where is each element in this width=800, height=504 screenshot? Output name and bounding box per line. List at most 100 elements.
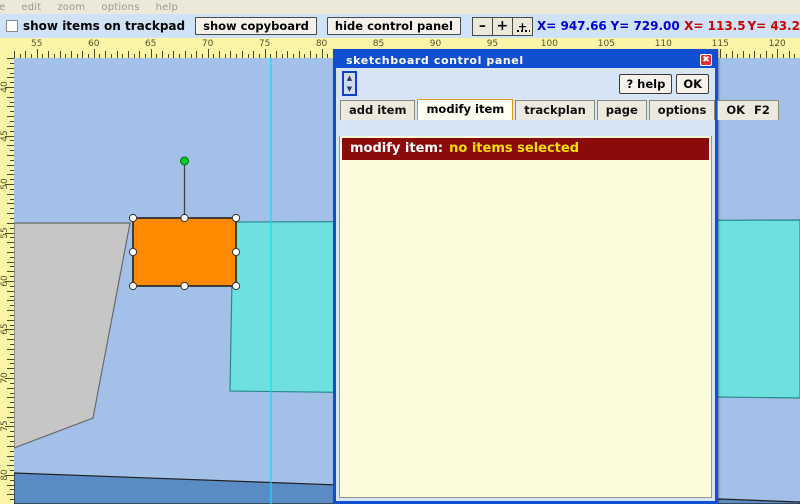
resize-handle[interactable] — [128, 281, 138, 291]
ruler-label: 85 — [372, 39, 385, 49]
ruler-tick — [788, 51, 790, 58]
ruler-tick — [7, 397, 14, 399]
panel-page-spinner[interactable]: ▲ ▼ — [342, 71, 357, 96]
ruler-tick — [777, 49, 779, 58]
tab-modify-item[interactable]: modify item — [417, 99, 514, 120]
ruler-tick — [7, 67, 14, 69]
ruler-tick — [7, 193, 14, 195]
resize-handle[interactable] — [231, 281, 241, 291]
status-value-label: no items selected — [449, 141, 580, 156]
spinner-up-arrow-icon[interactable]: ▲ — [347, 75, 352, 82]
tab-options[interactable]: options — [648, 100, 716, 120]
ruler-label: 50 — [0, 178, 10, 190]
grey-polygon[interactable] — [14, 222, 131, 449]
ruler-tick — [7, 445, 14, 447]
vertical-ruler[interactable]: 40 45 50 55 60 65 70 75 80 — [0, 38, 14, 504]
zoom-in-button[interactable]: + — [491, 16, 513, 36]
ruler-tick — [7, 164, 14, 166]
tab-page[interactable]: page — [596, 100, 647, 120]
ruler-tick — [264, 49, 266, 58]
resize-handle[interactable] — [180, 281, 189, 291]
resize-handle[interactable] — [231, 213, 241, 223]
ruler-label: 70 — [201, 39, 214, 49]
panel-header-row: ▲ ▼ ? help OK — [336, 68, 715, 99]
tab-ok-f2[interactable]: OK F2 — [717, 100, 779, 120]
ruler-tick — [7, 455, 14, 457]
ruler-tick — [105, 51, 107, 58]
status-prefix-label: modify item: — [350, 141, 444, 156]
spinner-down-arrow-icon[interactable]: ▼ — [347, 85, 352, 92]
panel-content-area[interactable]: modify item: no items selected — [339, 136, 712, 498]
ruler-tick — [7, 58, 14, 59]
ruler-tick — [754, 51, 756, 58]
menu-item-options[interactable]: options — [93, 2, 147, 13]
coordinate-y-scaled: Y= 43.2 — [747, 19, 800, 33]
help-button[interactable]: ? help — [619, 73, 673, 94]
tab-add-item[interactable]: add item — [340, 100, 416, 120]
ruler-tick — [7, 271, 14, 273]
menu-item-zoom[interactable]: zoom — [49, 2, 93, 13]
menu-item-file[interactable]: le — [0, 2, 13, 13]
ruler-label: 115 — [711, 39, 729, 49]
sketchboard-control-panel[interactable]: sketchboard control panel ✖ ▲ ▼ ? help O… — [333, 49, 779, 504]
ruler-tick — [7, 174, 14, 176]
ruler-tick — [7, 96, 14, 98]
ruler-tick — [207, 49, 209, 58]
ruler-label: 80 — [315, 39, 328, 49]
ruler-tick — [7, 339, 14, 341]
ruler-label: 120 — [768, 39, 786, 49]
resize-handle[interactable] — [128, 213, 138, 223]
toolbar: show items on trackpad show copyboard hi… — [0, 14, 800, 38]
ruler-label: 60 — [0, 275, 10, 287]
tab-f2-shortcut-label: F2 — [754, 103, 770, 117]
ruler-tick — [7, 77, 14, 79]
ruler-label: 55 — [0, 226, 10, 239]
resize-handle[interactable] — [180, 213, 189, 223]
orange-rectangle[interactable] — [132, 217, 237, 287]
ruler-tick — [230, 51, 232, 58]
show-items-on-trackpad-checkbox[interactable] — [6, 20, 18, 32]
ruler-tick — [162, 51, 164, 58]
app-root: le edit zoom options help show items on … — [0, 0, 800, 504]
close-icon[interactable]: ✖ — [700, 54, 712, 66]
ruler-tick — [7, 145, 14, 147]
ruler-tick — [173, 51, 175, 58]
ruler-tick — [7, 116, 14, 118]
ruler-tick — [7, 242, 14, 244]
ruler-label: 90 — [429, 39, 442, 49]
zoom-out-button[interactable]: – — [471, 16, 493, 36]
zoom-fit-icon-button[interactable]: + — [511, 16, 533, 36]
ruler-tick — [7, 348, 14, 350]
ruler-tick — [7, 222, 14, 224]
resize-handle[interactable] — [128, 247, 138, 257]
ruler-tick — [7, 261, 14, 263]
hide-control-panel-button[interactable]: hide control panel — [326, 17, 461, 35]
ruler-tick — [7, 387, 14, 389]
ruler-tick — [7, 436, 14, 438]
resize-handle[interactable] — [231, 247, 241, 257]
ruler-tick — [127, 51, 129, 58]
ruler-tick — [7, 358, 14, 360]
tab-trackplan[interactable]: trackplan — [515, 100, 595, 120]
ruler-tick — [7, 368, 14, 370]
ok-button[interactable]: OK — [676, 73, 709, 94]
ruler-tick — [7, 154, 14, 156]
show-copyboard-button[interactable]: show copyboard — [195, 17, 317, 35]
ruler-tick — [765, 51, 767, 58]
menu-item-edit[interactable]: edit — [13, 2, 49, 13]
ruler-tick — [321, 49, 323, 58]
tab-ok-label: OK — [726, 103, 745, 117]
ruler-tick — [70, 51, 72, 58]
panel-header-buttons: ? help OK — [619, 73, 711, 94]
panel-title-bar[interactable]: sketchboard control panel ✖ — [336, 52, 715, 68]
ruler-tick — [7, 290, 14, 292]
ruler-label: 95 — [486, 39, 499, 49]
ruler-tick — [7, 465, 14, 467]
zoom-fit-dashed-bar-icon — [516, 29, 530, 32]
ruler-label: 80 — [0, 469, 10, 481]
ruler-label: 105 — [597, 39, 615, 49]
rotation-handle-knob[interactable] — [180, 156, 189, 166]
status-badge: modify item: no items selected — [342, 138, 709, 160]
menu-item-help[interactable]: help — [148, 2, 186, 13]
ruler-tick — [36, 49, 38, 58]
